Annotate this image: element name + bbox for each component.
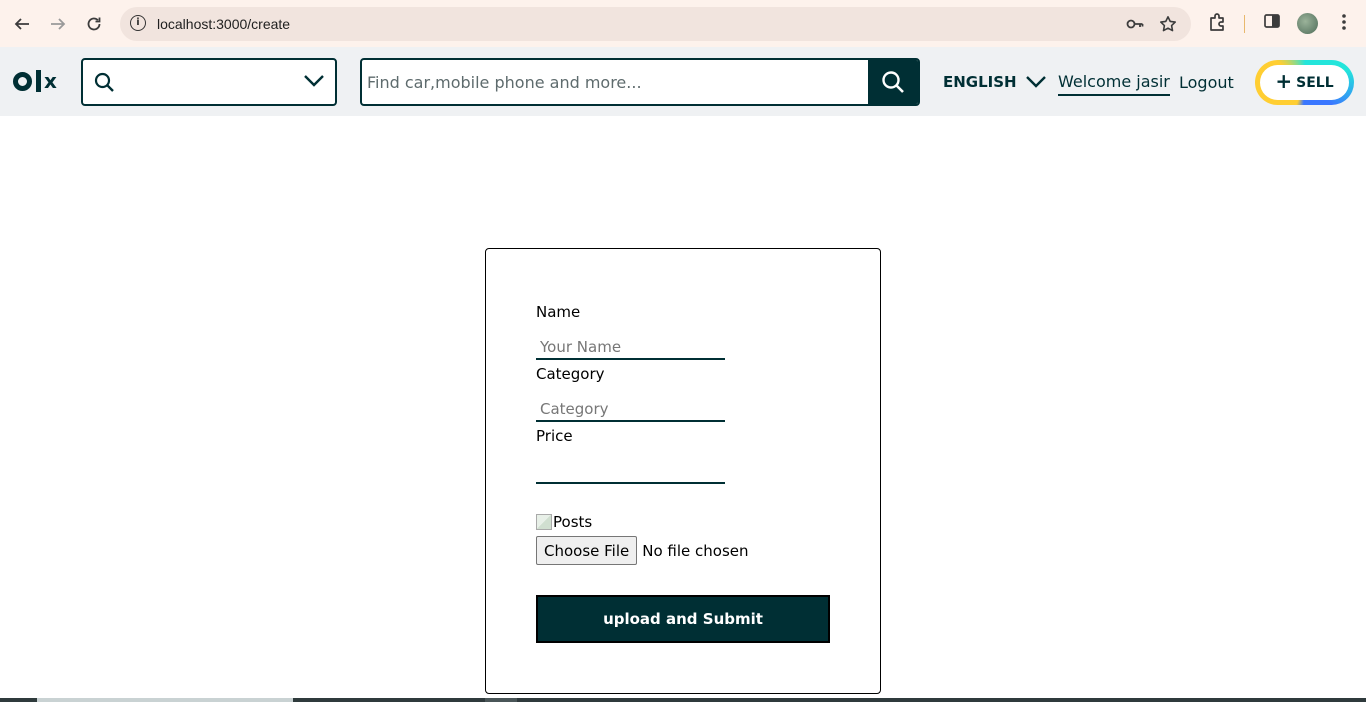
browser-toolbar: i localhost:3000/create [0,0,1366,47]
chevron-down-icon [1025,76,1046,88]
search-input[interactable] [362,60,870,104]
create-post-card: Name Category Price Posts Choose File No… [485,248,881,694]
location-dropdown[interactable] [81,58,337,106]
url-text[interactable]: localhost:3000/create [157,16,290,32]
image-alt-text: Posts [553,513,593,531]
kebab-menu-icon[interactable] [1333,12,1355,34]
upload-submit-button[interactable]: upload and Submit [536,595,830,643]
category-label: Category [536,365,605,383]
sell-label: SELL [1296,74,1334,91]
logo-x-shape: x [44,69,57,93]
chevron-down-icon[interactable] [303,73,325,89]
price-label: Price [536,427,573,445]
logo-l-shape [36,70,41,92]
forward-arrow-icon[interactable] [47,13,69,35]
language-label: ENGLISH [943,73,1017,91]
profile-avatar[interactable] [1297,13,1318,34]
address-bar[interactable]: i localhost:3000/create [120,7,1191,41]
post-image-preview: Posts [536,513,592,531]
price-field[interactable] [536,460,725,484]
site-info-icon[interactable]: i [130,15,146,31]
broken-image-icon [536,514,552,530]
extensions-puzzle-icon[interactable] [1207,12,1229,34]
product-search [360,58,920,106]
logout-link[interactable]: Logout [1179,73,1234,92]
search-icon [882,71,904,93]
logo-o-shape [13,71,32,91]
toolbar-divider [1244,15,1245,33]
search-button[interactable] [868,60,918,104]
taskbar-segment [37,698,293,702]
choose-file-button[interactable]: Choose File [536,536,638,565]
taskbar-segment [485,698,517,702]
side-panel-icon[interactable] [1261,12,1283,34]
name-label: Name [536,303,581,321]
file-status-text: No file chosen [642,541,749,560]
taskbar-edge [0,698,1366,702]
language-selector[interactable]: ENGLISH [943,73,1047,91]
back-arrow-icon[interactable] [11,13,33,35]
key-icon[interactable] [1126,15,1144,38]
sell-button[interactable]: + SELL [1255,60,1354,105]
star-icon[interactable] [1159,15,1177,38]
welcome-user-link[interactable]: Welcome jasir [1058,72,1170,96]
site-header: x ENGLISH Welcome jasir Logout + SELL [0,47,1366,116]
plus-icon: + [1275,68,1293,93]
location-search-icon [94,72,114,92]
olx-logo[interactable]: x [13,69,57,93]
file-input: Choose File No file chosen [536,536,749,565]
name-field[interactable] [536,336,725,360]
reload-icon[interactable] [83,13,105,35]
category-field[interactable] [536,398,725,422]
